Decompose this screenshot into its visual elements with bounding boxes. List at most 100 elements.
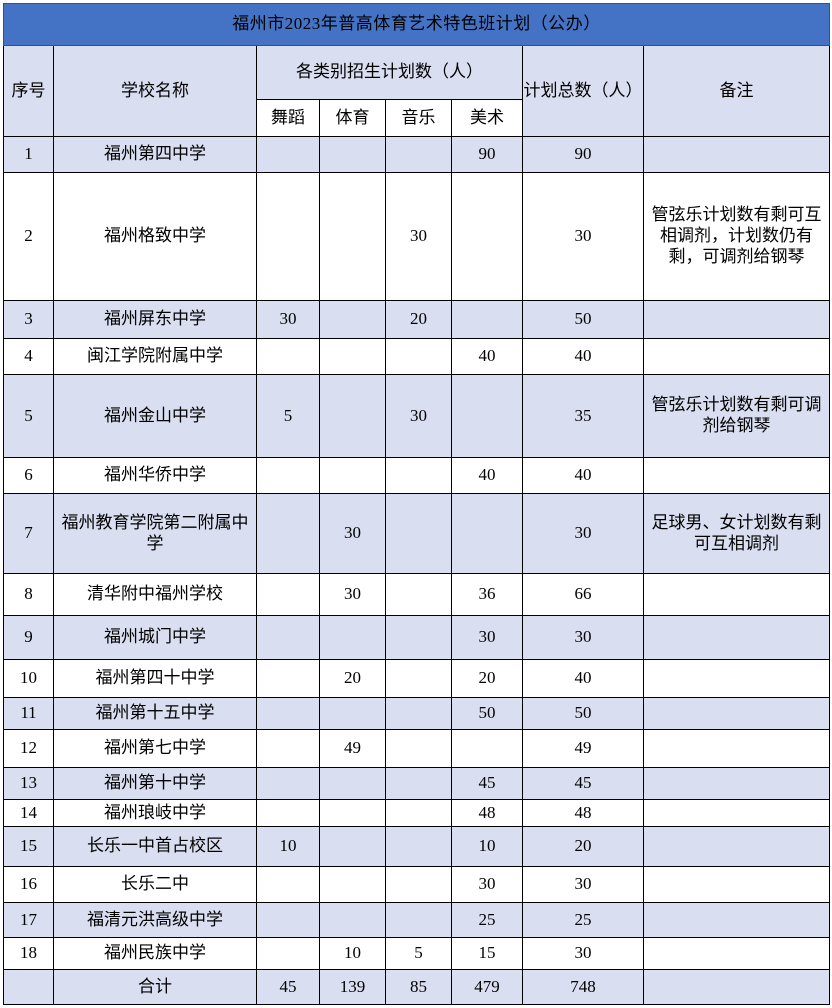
cell-music bbox=[385, 457, 452, 494]
cell-index: 6 bbox=[3, 457, 54, 494]
column-header-art: 美术 bbox=[451, 99, 523, 137]
cell-index: 4 bbox=[3, 338, 54, 375]
cell-sport bbox=[319, 697, 386, 730]
cell-dance bbox=[256, 338, 320, 375]
cell-remark bbox=[643, 799, 830, 827]
cell-sport bbox=[319, 300, 386, 339]
cell-index: 11 bbox=[3, 697, 54, 730]
cell-art bbox=[451, 493, 523, 574]
cell-index: 18 bbox=[3, 937, 54, 970]
cell-art: 40 bbox=[451, 338, 523, 375]
cell-art: 40 bbox=[451, 457, 523, 494]
cell-total: 50 bbox=[522, 300, 644, 339]
cell-dance bbox=[256, 573, 320, 616]
cell-school: 福州民族中学 bbox=[53, 937, 257, 970]
cell-total: 35 bbox=[522, 374, 644, 458]
cell-sport bbox=[319, 136, 386, 173]
title-row: 福州市2023年普高体育艺术特色班计划（公办） bbox=[3, 3, 830, 46]
cell-remark bbox=[643, 573, 830, 616]
cell-school: 福州华侨中学 bbox=[53, 457, 257, 494]
plan-table: 福州市2023年普高体育艺术特色班计划（公办） 序号 学校名称 各类别招生计划数… bbox=[3, 3, 830, 1005]
cell-school: 福州第四中学 bbox=[53, 136, 257, 173]
cell-sport bbox=[319, 338, 386, 375]
cell-dance bbox=[256, 659, 320, 698]
cell-dance bbox=[256, 937, 320, 970]
cell-index: 15 bbox=[3, 826, 54, 867]
cell-total: 50 bbox=[522, 697, 644, 730]
table-row: 13 福州第十中学 45 45 bbox=[3, 767, 830, 800]
cell-dance: 30 bbox=[256, 300, 320, 339]
column-header-sport: 体育 bbox=[319, 99, 386, 137]
cell-remark bbox=[643, 338, 830, 375]
cell-total: 40 bbox=[522, 659, 644, 698]
cell-sport bbox=[319, 799, 386, 827]
cell-sport bbox=[319, 866, 386, 903]
cell-music bbox=[385, 697, 452, 730]
cell-total: 30 bbox=[522, 866, 644, 903]
cell-dance bbox=[256, 172, 320, 301]
cell-art: 48 bbox=[451, 799, 523, 827]
cell-school: 福州琅岐中学 bbox=[53, 799, 257, 827]
cell-total: 30 bbox=[522, 493, 644, 574]
cell-art: 90 bbox=[451, 136, 523, 173]
cell-index: 10 bbox=[3, 659, 54, 698]
cell-art: 25 bbox=[451, 902, 523, 938]
cell-remark: 足球男、女计划数有剩可互相调剂 bbox=[643, 493, 830, 574]
table-row: 3 福州屏东中学 30 20 50 bbox=[3, 300, 830, 339]
cell-school: 福州城门中学 bbox=[53, 615, 257, 660]
table-row: 6 福州华侨中学 40 40 bbox=[3, 457, 830, 494]
cell-total: 20 bbox=[522, 826, 644, 867]
table-row: 4 闽江学院附属中学 40 40 bbox=[3, 338, 830, 375]
cell-music bbox=[385, 902, 452, 938]
cell-music bbox=[385, 573, 452, 616]
column-header-plan-total: 计划总数（人） bbox=[522, 45, 644, 137]
cell-sport: 20 bbox=[319, 659, 386, 698]
spreadsheet-page: 福州市2023年普高体育艺术特色班计划（公办） 序号 学校名称 各类别招生计划数… bbox=[0, 3, 832, 1008]
cell-music bbox=[385, 729, 452, 768]
cell-school: 长乐二中 bbox=[53, 866, 257, 903]
cell-total: 45 bbox=[522, 767, 644, 800]
cell-art: 36 bbox=[451, 573, 523, 616]
cell-dance bbox=[256, 767, 320, 800]
cell-school: 福州第十五中学 bbox=[53, 697, 257, 730]
cell-dance bbox=[256, 697, 320, 730]
cell-dance bbox=[256, 902, 320, 938]
cell-total: 48 bbox=[522, 799, 644, 827]
cell-remark: 管弦乐计划数有剩可互相调剂，计划数仍有剩，可调剂给钢琴 bbox=[643, 172, 830, 301]
cell-school: 福州教育学院第二附属中学 bbox=[53, 493, 257, 574]
cell-index: 2 bbox=[3, 172, 54, 301]
table-row: 7 福州教育学院第二附属中学 30 30 足球男、女计划数有剩可互相调剂 bbox=[3, 493, 830, 574]
cell-remark bbox=[643, 729, 830, 768]
cell-school: 福州格致中学 bbox=[53, 172, 257, 301]
table-row: 12 福州第七中学 49 49 bbox=[3, 729, 830, 768]
cell-remark: 管弦乐计划数有剩可调剂给钢琴 bbox=[643, 374, 830, 458]
cell-sport: 30 bbox=[319, 493, 386, 574]
cell-art bbox=[451, 374, 523, 458]
cell-art bbox=[451, 300, 523, 339]
table-row: 8 清华附中福州学校 30 36 66 bbox=[3, 573, 830, 616]
cell-total: 90 bbox=[522, 136, 644, 173]
total-art: 479 bbox=[451, 969, 523, 1005]
total-sport: 139 bbox=[319, 969, 386, 1005]
cell-music bbox=[385, 767, 452, 800]
cell-index: 13 bbox=[3, 767, 54, 800]
cell-music bbox=[385, 615, 452, 660]
cell-sport bbox=[319, 457, 386, 494]
cell-art: 30 bbox=[451, 615, 523, 660]
cell-index: 5 bbox=[3, 374, 54, 458]
total-remark bbox=[643, 969, 830, 1005]
column-header-index: 序号 bbox=[3, 45, 54, 137]
cell-index: 3 bbox=[3, 300, 54, 339]
table-row: 10 福州第四十中学 20 20 40 bbox=[3, 659, 830, 698]
cell-sport bbox=[319, 826, 386, 867]
cell-music bbox=[385, 659, 452, 698]
cell-music: 30 bbox=[385, 172, 452, 301]
table-row: 11 福州第十五中学 50 50 bbox=[3, 697, 830, 730]
cell-school: 福州第七中学 bbox=[53, 729, 257, 768]
cell-dance: 5 bbox=[256, 374, 320, 458]
cell-sport: 30 bbox=[319, 573, 386, 616]
total-row-index-spacer bbox=[3, 969, 54, 1005]
cell-dance bbox=[256, 799, 320, 827]
cell-school: 闽江学院附属中学 bbox=[53, 338, 257, 375]
column-header-school: 学校名称 bbox=[53, 45, 257, 137]
